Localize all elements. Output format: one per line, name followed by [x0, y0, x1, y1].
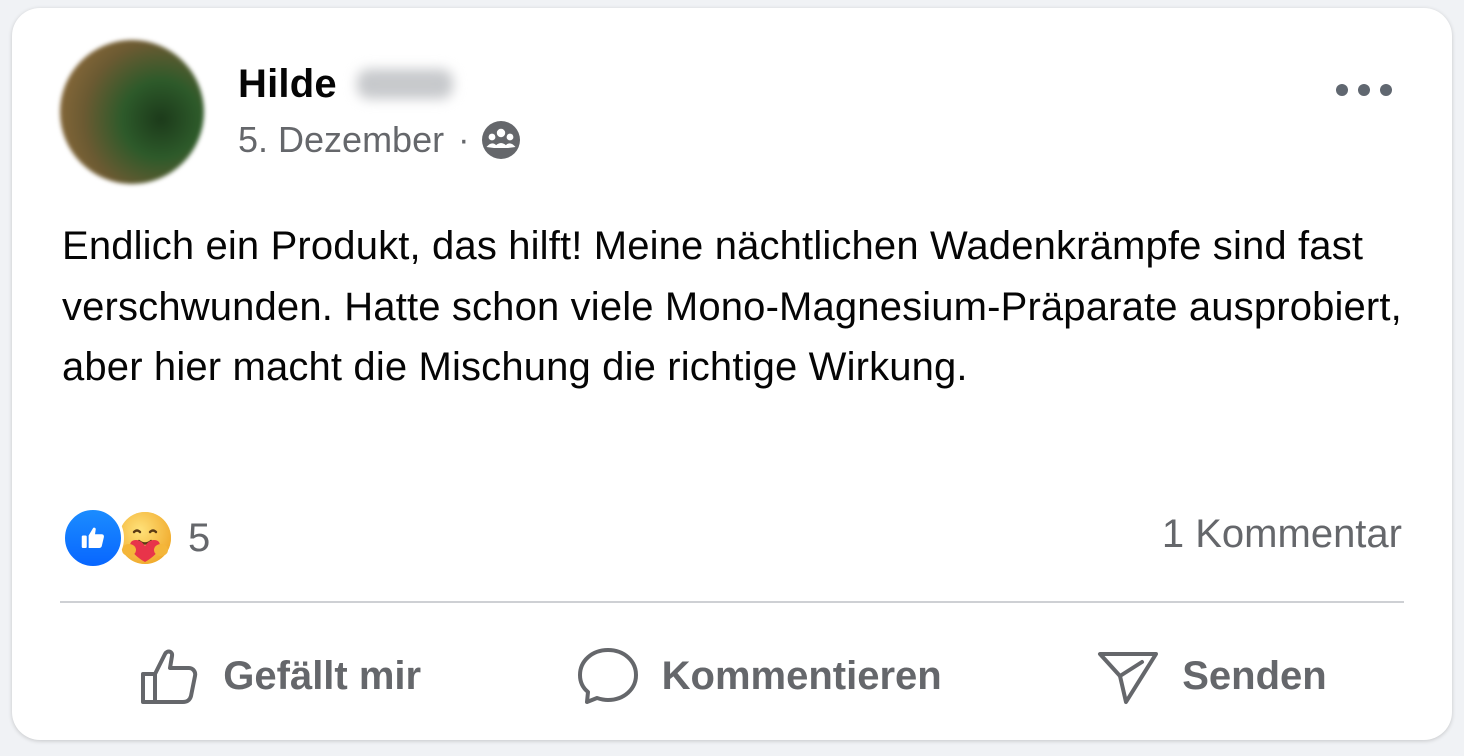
dot [1336, 84, 1348, 96]
comment-button[interactable]: Kommentieren [576, 644, 942, 708]
divider [60, 601, 1404, 603]
avatar[interactable] [60, 40, 204, 184]
like-label: Gefällt mir [223, 653, 422, 698]
reaction-count: 5 [188, 515, 211, 560]
action-bar: Gefällt mir Kommentieren Senden [60, 628, 1404, 724]
thumbs-up-icon [141, 649, 198, 704]
comment-icon [577, 648, 638, 704]
comment-label: Kommentieren [661, 653, 942, 698]
comment-count-link[interactable]: 1 Kommentar [1162, 512, 1402, 557]
post-text: Endlich ein Produkt, das hilft! Meine nä… [62, 224, 1402, 389]
send-label: Senden [1182, 653, 1327, 698]
author-name[interactable]: Hilde [238, 62, 337, 107]
like-reaction-icon [62, 507, 124, 569]
more-options-icon[interactable] [1336, 70, 1392, 110]
group-icon[interactable] [481, 120, 521, 160]
reactions-summary[interactable]: 5 [62, 507, 211, 569]
author-row: Hilde [238, 60, 453, 108]
dot [1358, 84, 1370, 96]
like-button[interactable]: Gefällt mir [137, 644, 421, 708]
post-meta: 5. Dezember · [238, 118, 521, 162]
dot [1380, 84, 1392, 96]
meta-separator: · [458, 120, 470, 159]
send-icon [1098, 652, 1159, 704]
post-date[interactable]: 5. Dezember [238, 119, 444, 161]
author-surname-redacted [356, 69, 453, 99]
post-card: Hilde 5. Dezember · Endlich ein Produkt,… [12, 8, 1452, 740]
send-button[interactable]: Senden [1096, 644, 1327, 708]
